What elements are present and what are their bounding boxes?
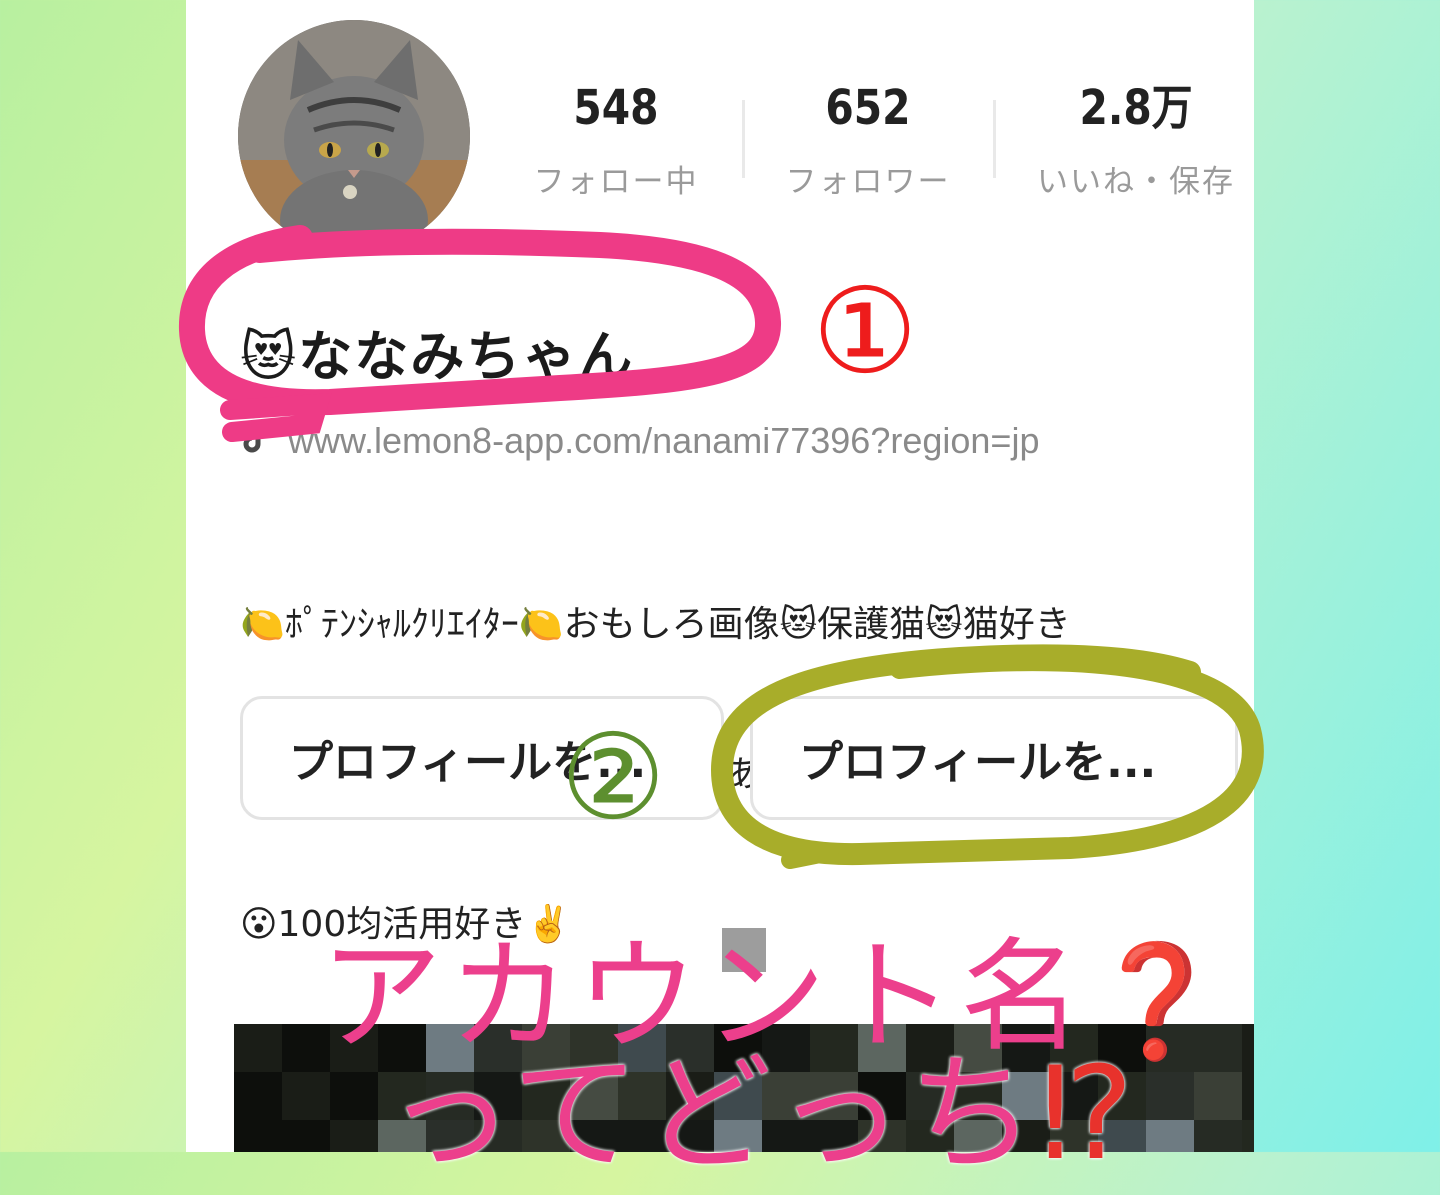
profile-link-row[interactable]: www.lemon8-app.com/nanami77396?region=jp <box>240 420 1039 465</box>
likes-label: いいね・保存 <box>1037 164 1235 200</box>
mosaic-block <box>1242 1120 1254 1152</box>
following-label: フォロー中 <box>533 164 699 200</box>
profile-button-right[interactable]: プロフィールを... <box>750 696 1238 820</box>
mosaic-block <box>1146 1072 1194 1120</box>
likes-count: 2.8万 <box>1079 80 1193 136</box>
mosaic-block <box>234 1024 282 1072</box>
mosaic-block <box>1194 1120 1242 1152</box>
stat-divider <box>993 100 996 178</box>
profile-avatar[interactable] <box>238 20 470 252</box>
mosaic-block <box>1194 1072 1242 1120</box>
stat-followers[interactable]: 652 フォロワー <box>748 78 988 201</box>
stat-likes-saves[interactable]: 2.8万 いいね・保存 <box>1016 78 1256 201</box>
followers-label: フォロワー <box>785 164 951 200</box>
mosaic-block <box>282 1120 330 1152</box>
caption-line-2: ってどっち⁉ <box>386 1010 1137 1195</box>
exclamation-question-icon: ⁉ <box>1039 1040 1138 1189</box>
caption-text-2: ってどっち <box>386 1040 1040 1189</box>
mosaic-block <box>234 1120 282 1152</box>
mosaic-block <box>330 1120 378 1152</box>
mosaic-block <box>1242 1024 1254 1072</box>
profile-link[interactable]: www.lemon8-app.com/nanami77396?region=jp <box>288 420 1039 461</box>
mosaic-block <box>282 1072 330 1120</box>
display-name: 😻ななみちゃん <box>240 325 635 388</box>
mosaic-block <box>330 1072 378 1120</box>
following-count: 548 <box>573 80 659 136</box>
stat-following[interactable]: 548 フォロー中 <box>496 78 736 201</box>
profile-button-label: プロフィールを... <box>799 737 1157 788</box>
cat-photo <box>238 20 470 252</box>
followers-count: 652 <box>825 80 911 136</box>
mosaic-block <box>1242 1072 1254 1120</box>
marker-1: ① <box>812 262 918 400</box>
mosaic-block <box>234 1072 282 1120</box>
tiktok-icon <box>240 422 274 465</box>
marker-2: ② <box>560 708 666 846</box>
bio-line: 🍋ﾎﾟﾃﾝｼｬﾙｸﾘｴｲﾀｰ🍋おもしろ画像😻保護猫😻猫好き <box>240 604 1071 645</box>
stat-divider <box>742 100 745 178</box>
mosaic-block <box>1146 1120 1194 1152</box>
